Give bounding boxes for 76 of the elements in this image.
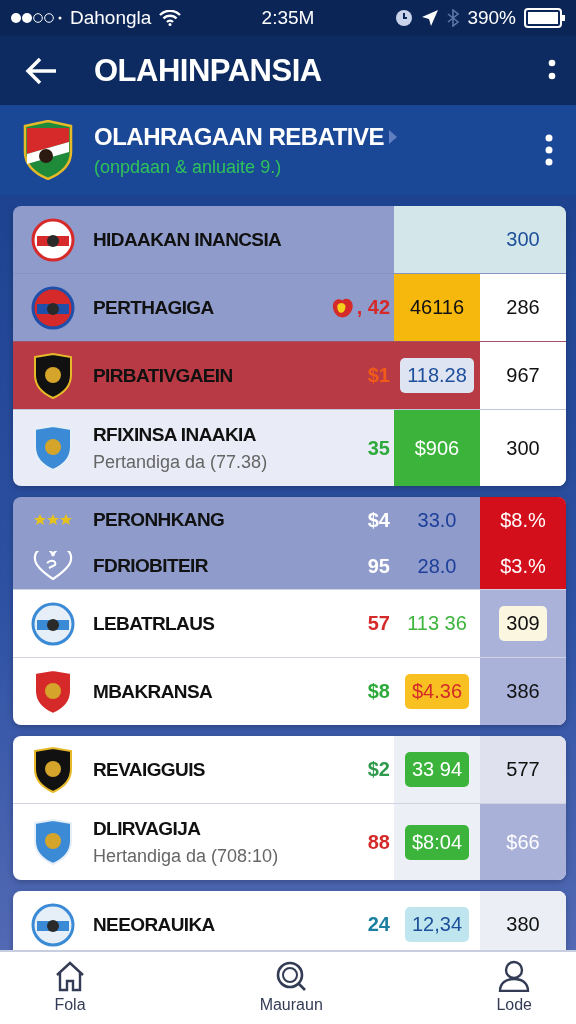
league-title: OLAHRAGAAN REBATIVE <box>94 122 385 151</box>
stat-value: 35 <box>367 436 390 460</box>
nav-tab[interactable]: Lode <box>492 952 536 1024</box>
stat-value: $8:04 <box>411 830 463 853</box>
match-info: Hertandiga da (708:10) <box>93 845 280 867</box>
more-button[interactable] <box>544 134 554 166</box>
team-row[interactable]: RFIXINSA INAAKIA Pertandiga da (77.38) 35 $906 300 <box>13 409 566 486</box>
stat-value: 967 <box>506 364 540 387</box>
stat-value: $8 <box>367 680 390 703</box>
team-row[interactable]: PERTHAGIGA , 42 46116 286 <box>13 273 566 341</box>
team-name: FDRIOBITEIR <box>93 555 209 577</box>
team-name: DLIRVAGIJA <box>93 817 202 840</box>
clock-time: 2:35M <box>261 7 315 29</box>
stat-value: 118.28 <box>407 364 467 386</box>
team-name: MBAKRANSA <box>93 680 214 703</box>
stat-value: 57 <box>367 612 390 635</box>
team-name: REVAIGGUIS <box>93 758 206 781</box>
team-row[interactable]: LEBATRLAUS 57 113 36 309 <box>13 589 566 657</box>
stat-value: 286 <box>506 296 540 319</box>
battery-percent: 390% <box>467 7 516 29</box>
chevron-icon <box>388 128 399 145</box>
match-info: Pertandiga da (77.38) <box>93 451 269 473</box>
signal-icon <box>10 12 62 24</box>
location-icon <box>421 9 440 27</box>
stat-value: $906 <box>414 436 460 460</box>
person-icon <box>498 960 531 992</box>
league-crest-icon <box>22 120 74 180</box>
stat-value: 113 36 <box>407 612 467 635</box>
league-subtitle: (onpdaan & anluaite 9.) <box>94 156 283 178</box>
stat-value: 33.0 <box>417 508 457 532</box>
stat-value: 88 <box>367 830 390 854</box>
stat-value: 386 <box>506 680 540 703</box>
stat-value: 33 94 <box>411 758 463 780</box>
back-button[interactable] <box>24 55 58 86</box>
stat-value: 309 <box>506 612 540 634</box>
team-row[interactable]: MBAKRANSA $8 $4.36 386 <box>13 657 566 725</box>
team-row[interactable]: NEEORAUIKA 24 12,34 380 <box>13 891 566 950</box>
team-row[interactable]: PERONHKANG $4 33.0 $8.% <box>13 497 566 543</box>
stat-value: 300 <box>506 436 540 460</box>
stat-value: 28.0 <box>417 554 457 578</box>
stat-value: $4 <box>367 508 390 532</box>
screen-title: OLAHINPANSIA <box>94 52 323 89</box>
team-row[interactable]: HIDAAKAN INANCSIA 300 <box>13 206 566 273</box>
battery-icon <box>524 8 566 28</box>
stat-value: $3.% <box>500 554 546 578</box>
team-name: PERTHAGIGA <box>93 296 215 319</box>
stat-value: $66 <box>506 830 540 854</box>
team-name: RFIXINSA INAAKIA <box>93 423 257 446</box>
team-name: PIRBATIVGAEIN <box>93 364 234 387</box>
search-icon <box>275 960 308 992</box>
stat-value: $2 <box>367 758 390 781</box>
stat-value: 577 <box>506 758 540 781</box>
stat-value: $4.36 <box>411 680 463 702</box>
team-row[interactable]: DLIRVAGIJA Hertandiga da (708:10) 88 $8:04 $66 <box>13 803 566 880</box>
stat-value: 95 <box>367 554 390 578</box>
stat-value: 300 <box>506 228 540 251</box>
bluetooth-icon <box>447 9 460 27</box>
nav-tab[interactable]: Fola <box>50 952 90 1024</box>
stat-value: 380 <box>506 913 540 936</box>
team-row[interactable]: PIRBATIVGAEIN $1 118.28 967 <box>13 341 566 409</box>
stat-value: 12,34 <box>411 913 463 935</box>
team-name: LEBATRLAUS <box>93 612 216 635</box>
team-row[interactable]: FDRIOBITEIR 95 28.0 $3.% <box>13 543 566 589</box>
team-name: HIDAAKAN INANCSIA <box>93 228 283 251</box>
stat-value: 46116 <box>409 296 465 319</box>
stat-value: $1 <box>367 364 390 387</box>
team-name: NEEORAUIKA <box>93 913 216 936</box>
stat-value: , 42 <box>356 296 390 319</box>
home-icon <box>54 960 86 992</box>
carrier-name: Dahongla <box>70 7 152 29</box>
team-row[interactable]: REVAIGGUIS $2 33 94 577 <box>13 736 566 803</box>
team-name: PERONHKANG <box>93 509 226 531</box>
stat-value: 24 <box>367 913 390 936</box>
nav-tab[interactable]: Mauraun <box>255 952 327 1024</box>
wifi-icon <box>159 10 182 26</box>
stat-value: $8.% <box>500 508 546 532</box>
